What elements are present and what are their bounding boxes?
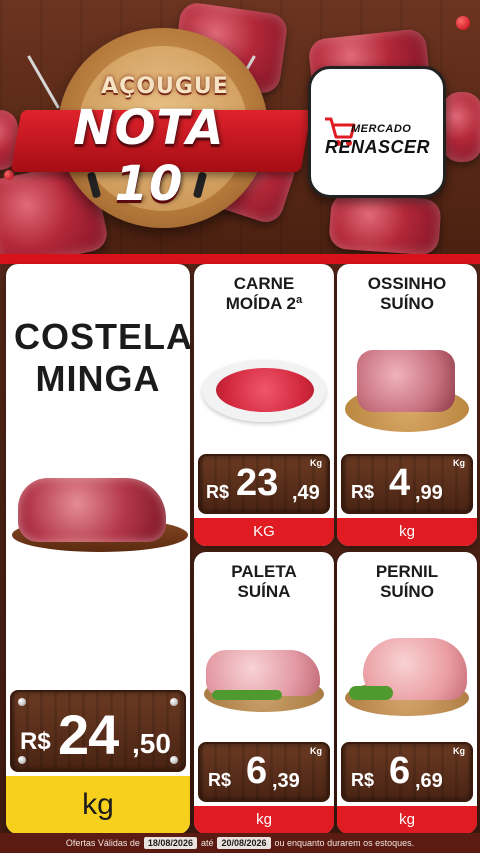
product-name-line2: SUÍNA: [237, 582, 291, 601]
product-image: [216, 368, 314, 412]
price-tag: Kg R$ 6 ,39: [198, 742, 330, 802]
unit-label: kg: [337, 518, 477, 546]
price-currency: R$: [208, 770, 232, 790]
garnish-decoration: [349, 686, 393, 700]
unit-label: KG: [194, 518, 334, 546]
product-card-carne-moida[interactable]: CARNE MOÍDA 2ª Kg R$ 23 ,49 KG: [194, 264, 334, 546]
garnish-decoration: [212, 690, 282, 700]
price-decimal: ,99: [415, 482, 443, 504]
price-decimal: ,39: [272, 770, 300, 792]
price-tag: Kg R$ 6 ,69: [341, 742, 473, 802]
price-per-unit: Kg: [310, 746, 322, 756]
unit-label: kg: [337, 806, 477, 834]
nail-decoration: [170, 698, 178, 706]
product-name-line1: CARNE: [233, 274, 295, 293]
store-name-large: RENASCER: [325, 137, 431, 157]
price-per-unit: Kg: [310, 458, 322, 468]
price-decimal: ,69: [415, 770, 443, 792]
price-currency: R$: [206, 482, 230, 502]
price-integer: 6: [246, 750, 268, 792]
badge-main-text: NOTA 10: [73, 100, 225, 212]
price-tag: R$ 24 ,50: [10, 690, 186, 772]
footer-date-to: 20/08/2026: [217, 837, 271, 849]
unit-label: kg: [6, 776, 190, 834]
product-card-paleta[interactable]: PALETA SUÍNA Kg R$ 6 ,39 kg: [194, 552, 334, 834]
nail-decoration: [18, 756, 26, 764]
price-per-unit: Kg: [453, 746, 465, 756]
product-name-line2: SUÍNO: [380, 582, 434, 601]
footer-date-from: 18/08/2026: [143, 837, 197, 849]
footer-text-start: Ofertas Válidas de: [65, 838, 140, 848]
meat-decoration: [442, 92, 480, 162]
nail-decoration: [170, 756, 178, 764]
product-card-pernil[interactable]: PERNIL SUÍNO Kg R$ 6 ,69 kg: [337, 552, 477, 834]
price-currency: R$: [351, 770, 375, 790]
product-name-line1: PERNIL: [375, 562, 439, 581]
product-name-line1: OSSINHO: [367, 274, 447, 293]
product-card-ossinho[interactable]: OSSINHO SUÍNO Kg R$ 4 ,99 kg: [337, 264, 477, 546]
price-integer: 6: [389, 750, 411, 792]
footer-text-mid: até: [200, 838, 214, 848]
offer-validity-footer: Ofertas Válidas de 18/08/2026 até 20/08/…: [0, 833, 480, 853]
berry-decoration: [456, 16, 470, 30]
berry-decoration: [4, 170, 14, 180]
price-currency: R$: [351, 482, 375, 502]
store-logo: MERCADO RENASCER: [308, 66, 446, 198]
unit-label: kg: [194, 806, 334, 834]
footer-text-end: ou enquanto durarem os estoques.: [274, 838, 415, 848]
price-currency: R$: [20, 728, 51, 755]
badge-top-text: AÇOUGUE: [101, 74, 229, 99]
product-name-line2: SUÍNO: [380, 294, 434, 313]
product-card-costela[interactable]: COSTELA MINGA R$ 24 ,50 kg: [6, 264, 190, 834]
price-tag: Kg R$ 23 ,49: [198, 454, 330, 514]
nail-decoration: [18, 698, 26, 706]
product-name-line1: PALETA: [231, 562, 297, 581]
price-integer: 23: [236, 462, 279, 504]
header-divider: [0, 254, 480, 264]
price-decimal: ,50: [132, 728, 171, 759]
product-name: COSTELA MINGA: [14, 316, 190, 399]
product-name-line2: MOÍDA 2ª: [225, 294, 303, 313]
price-integer: 24: [58, 703, 119, 766]
price-decimal: ,49: [292, 482, 320, 504]
header-banner: AÇOUGUE NOTA 10 MERCADO RENASCER: [0, 0, 480, 262]
store-name-small: MERCADO: [351, 123, 412, 135]
meat-decoration: [328, 192, 442, 256]
price-tag: Kg R$ 4 ,99: [341, 454, 473, 514]
price-per-unit: Kg: [453, 458, 465, 468]
price-integer: 4: [389, 462, 411, 504]
product-image: [18, 478, 166, 542]
product-image: [357, 350, 455, 412]
